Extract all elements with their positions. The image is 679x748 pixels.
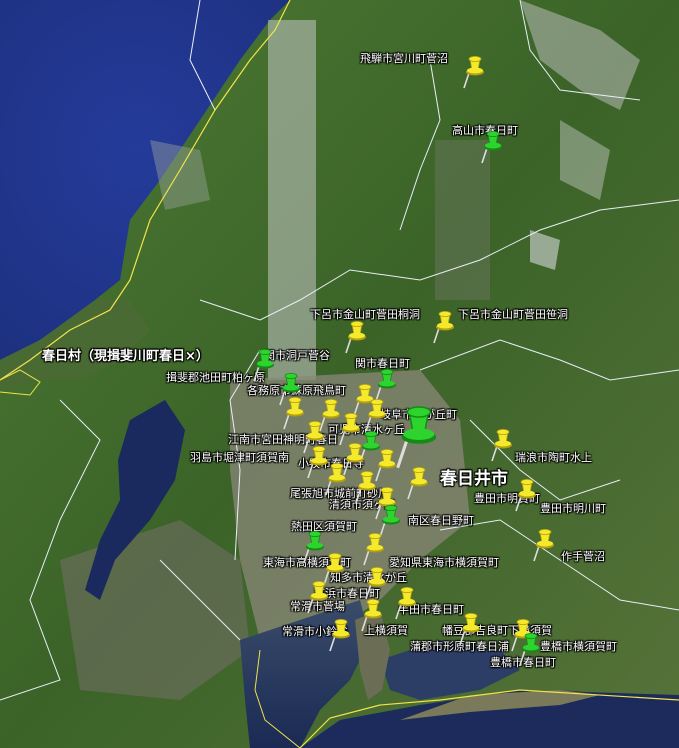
label-kasuga-village[interactable]: 春日村（現揖斐川町春日×） (42, 350, 209, 364)
satellite-map[interactable]: 飛騨市宮川町菅沼 高山市春日町 下呂市金山町菅田桐洞 下呂市金山町菅田笹洞 春日… (0, 0, 679, 748)
label-minami-hino[interactable]: 南区春日野町 (408, 515, 474, 527)
pin-yellow[interactable] (512, 478, 538, 512)
label-hashima[interactable]: 羽島市堀津町須賀南 (190, 452, 289, 464)
label-toyohashi-yokosuka[interactable]: 豊橋市横須賀町 (540, 641, 617, 653)
pin-yellow[interactable] (326, 618, 352, 652)
pin-yellow[interactable] (358, 598, 384, 632)
label-mizunami[interactable]: 瑞浪市陶町水上 (515, 452, 592, 464)
pin-yellow[interactable] (362, 566, 388, 600)
label-kasugai[interactable]: 春日井市 (440, 470, 508, 488)
label-gero-sasaho[interactable]: 下呂市金山町菅田笹洞 (458, 309, 568, 321)
pin-green[interactable] (478, 130, 504, 164)
pin-yellow[interactable] (322, 462, 348, 496)
label-tsukude[interactable]: 作手菅沼 (561, 551, 605, 563)
pin-green-large[interactable] (390, 404, 440, 470)
pin-green[interactable] (516, 632, 542, 666)
pin-yellow[interactable] (456, 612, 482, 646)
pin-yellow[interactable] (430, 310, 456, 344)
pin-yellow[interactable] (362, 398, 388, 432)
pin-yellow[interactable] (360, 532, 386, 566)
pin-yellow[interactable] (488, 428, 514, 462)
pin-green[interactable] (250, 348, 276, 382)
label-hida-miyagawa[interactable]: 飛騨市宮川町菅沼 (360, 53, 448, 65)
pin-yellow[interactable] (530, 528, 556, 562)
pin-yellow[interactable] (304, 580, 330, 614)
label-tokai-yokosuka[interactable]: 愛知県東海市横須賀町 (389, 557, 499, 569)
pin-yellow[interactable] (404, 466, 430, 500)
pin-yellow[interactable] (460, 55, 486, 89)
label-toyota-myokawa[interactable]: 豊田市明川町 (540, 503, 606, 515)
pin-yellow[interactable] (392, 586, 418, 620)
pin-yellow[interactable] (342, 320, 368, 354)
